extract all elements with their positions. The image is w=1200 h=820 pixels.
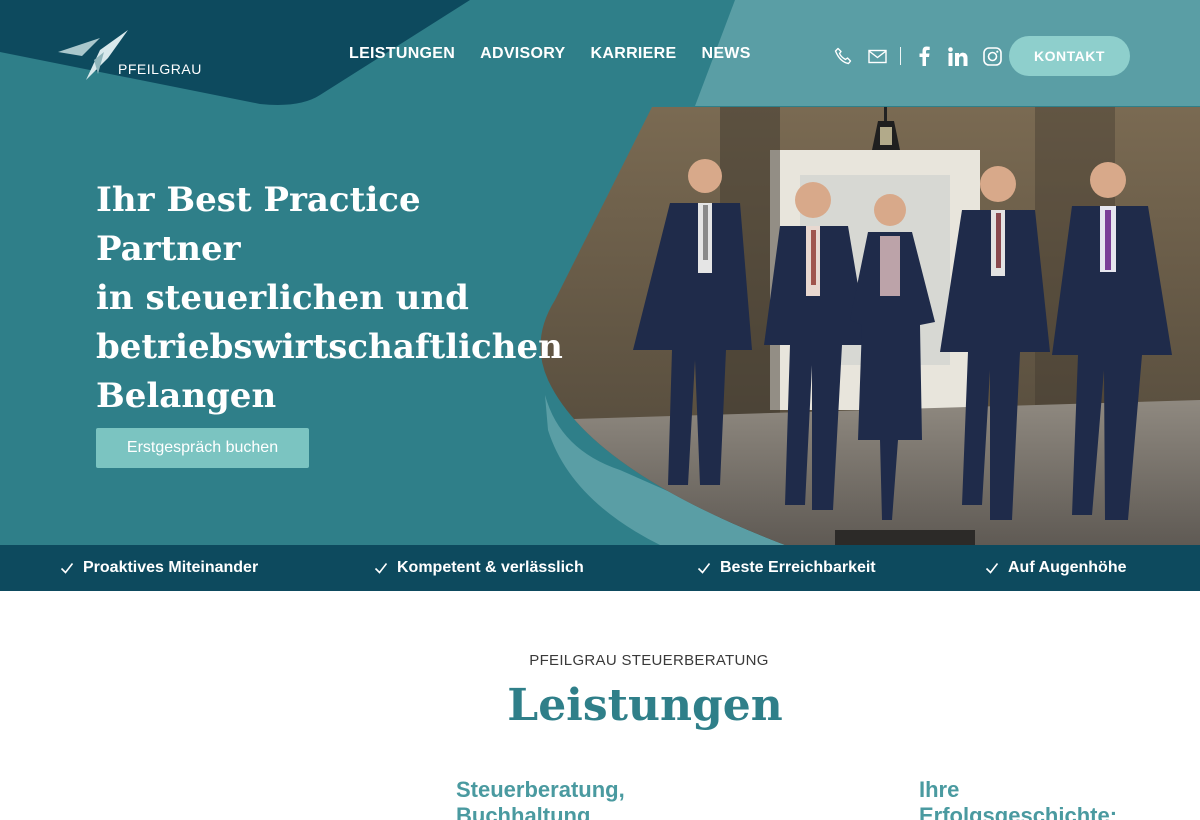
usp-label: Auf Augenhöhe bbox=[1008, 559, 1127, 576]
book-consultation-button[interactable]: Erstgespräch buchen bbox=[96, 428, 309, 468]
brand-name: PFEILGRAU bbox=[118, 61, 202, 77]
usp-item: Kompetent & verlässlich bbox=[374, 559, 584, 577]
contact-button[interactable]: KONTAKT bbox=[1009, 36, 1130, 76]
usp-item: Proaktives Miteinander bbox=[60, 559, 258, 577]
instagram-icon[interactable] bbox=[981, 45, 1003, 67]
nav-item-advisory[interactable]: ADVISORY bbox=[480, 45, 565, 63]
nav-item-karriere[interactable]: KARRIERE bbox=[591, 45, 677, 63]
usp-label: Beste Erreichbarkeit bbox=[720, 559, 876, 576]
nav-item-news[interactable]: NEWS bbox=[701, 45, 750, 63]
section-eyebrow: PFEILGRAU STEUERBERATUNG bbox=[529, 652, 769, 669]
nav-item-leistungen[interactable]: LEISTUNGEN bbox=[349, 45, 455, 63]
check-icon bbox=[985, 563, 999, 574]
check-icon bbox=[374, 563, 388, 574]
service-column-title[interactable]: Ihre Erfolgsgeschichte: bbox=[919, 777, 1117, 820]
hero-headline-line: betriebswirtschaftlichen bbox=[96, 327, 563, 367]
usp-item: Auf Augenhöhe bbox=[985, 559, 1127, 577]
hero-headline-line: Ihr Best Practice Partner bbox=[96, 180, 421, 269]
facebook-icon[interactable] bbox=[913, 45, 935, 67]
hero-headline-line: Belangen bbox=[96, 376, 277, 416]
icon-divider bbox=[900, 47, 901, 65]
service-title-line: Steuerberatung, bbox=[456, 777, 625, 802]
usp-item: Beste Erreichbarkeit bbox=[697, 559, 876, 577]
header-icons bbox=[832, 45, 1003, 67]
mail-icon[interactable] bbox=[866, 45, 888, 67]
phone-icon[interactable] bbox=[832, 45, 854, 67]
service-title-line: Ihre bbox=[919, 777, 960, 802]
service-title-line: Buchhaltung bbox=[456, 803, 591, 820]
service-title-line: Erfolgsgeschichte: bbox=[919, 803, 1118, 820]
usp-label: Proaktives Miteinander bbox=[83, 559, 259, 576]
check-icon bbox=[697, 563, 711, 574]
check-icon bbox=[60, 563, 74, 574]
hero-section: PFEILGRAU LEISTUNGEN ADVISORY KARRIERE N… bbox=[0, 0, 1200, 545]
section-title: Leistungen bbox=[507, 680, 783, 731]
logo[interactable]: PFEILGRAU bbox=[58, 30, 218, 82]
hero-headline: Ihr Best Practice Partner in steuerliche… bbox=[96, 176, 563, 421]
main-nav: LEISTUNGEN ADVISORY KARRIERE NEWS bbox=[349, 45, 751, 63]
usp-label: Kompetent & verlässlich bbox=[397, 559, 584, 576]
service-column-title[interactable]: Steuerberatung, Buchhaltung bbox=[456, 777, 625, 820]
linkedin-icon[interactable] bbox=[947, 45, 969, 67]
hero-headline-line: in steuerlichen und bbox=[96, 278, 469, 318]
